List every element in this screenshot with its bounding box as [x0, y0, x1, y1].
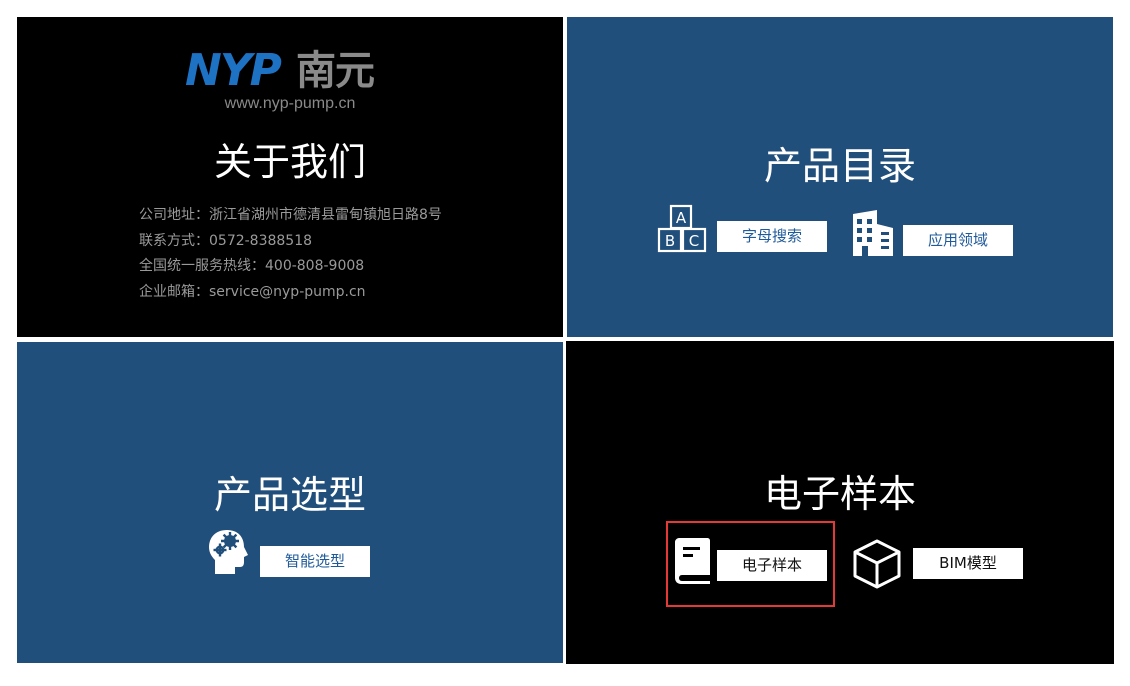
logo-latin-text: NYP	[185, 45, 282, 96]
company-phone: 联系方式：0572-8388518	[139, 232, 313, 249]
application-field-button[interactable]: 应用领域	[903, 225, 1013, 256]
svg-text:B: B	[665, 232, 675, 250]
about-title[interactable]: 关于我们	[17, 139, 563, 185]
sample-title[interactable]: 电子样本	[566, 471, 1114, 517]
company-email: 企业邮箱：service@nyp-pump.cn	[139, 283, 366, 300]
sample-panel: 电子样本 电子样本 BIM模型	[566, 341, 1114, 664]
svg-text:C: C	[689, 232, 699, 250]
logo-chinese-text: 南元	[296, 48, 375, 94]
about-panel: NYP 南元 www.nyp-pump.cn 关于我们 公司地址：浙江省湖州市德…	[17, 17, 563, 337]
website-url: www.nyp-pump.cn	[224, 95, 356, 112]
company-info: 公司地址：浙江省湖州市德清县雷甸镇旭日路8号 联系方式：0572-8388518…	[139, 203, 442, 305]
company-address: 公司地址：浙江省湖州市德清县雷甸镇旭日路8号	[139, 207, 442, 223]
cube-icon[interactable]	[852, 538, 902, 590]
svg-text:A: A	[676, 209, 687, 227]
head-gears-icon[interactable]	[207, 528, 249, 576]
smart-selection-button[interactable]: 智能选型	[260, 546, 370, 577]
book-icon[interactable]	[674, 537, 712, 585]
abc-blocks-icon[interactable]: A B C	[656, 204, 708, 254]
ebook-button[interactable]: 电子样本	[717, 550, 827, 581]
building-icon[interactable]	[851, 210, 895, 256]
nyp-logo: NYP 南元	[185, 45, 405, 97]
catalog-panel: 产品目录 A B C 字母搜索 应用领域	[567, 17, 1113, 337]
selection-panel: 产品选型 智能选型	[17, 342, 563, 663]
catalog-title[interactable]: 产品目录	[567, 143, 1113, 189]
selection-title[interactable]: 产品选型	[17, 472, 563, 518]
bim-model-button[interactable]: BIM模型	[913, 548, 1023, 579]
alpha-search-button[interactable]: 字母搜索	[717, 221, 827, 252]
service-hotline: 全国统一服务热线：400-808-9008	[139, 258, 365, 274]
